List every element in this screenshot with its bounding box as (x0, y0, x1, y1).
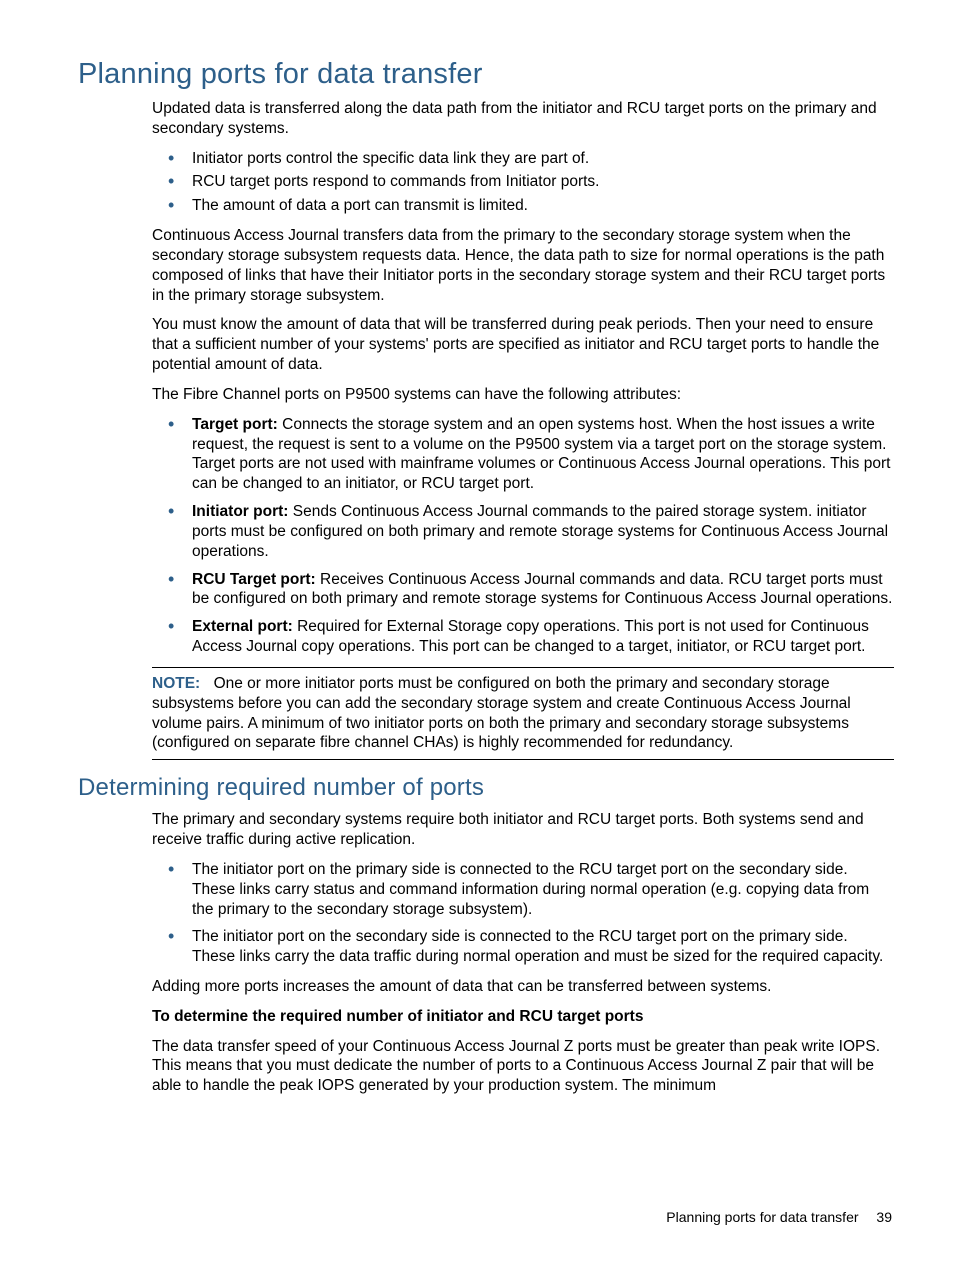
list-item-target-port: Target port: Connects the storage system… (192, 415, 894, 494)
page-footer: Planning ports for data transfer 39 (666, 1209, 892, 1225)
bullet-list-basics: Initiator ports control the specific dat… (152, 149, 894, 216)
footer-section: Planning ports for data transfer (666, 1209, 858, 1225)
section-body-1: Updated data is transferred along the da… (152, 99, 894, 760)
term-external-port: External port: (192, 618, 293, 635)
para-caj-transfer: Continuous Access Journal transfers data… (152, 226, 894, 305)
heading-planning-ports: Planning ports for data transfer (78, 58, 894, 91)
note-box: NOTE: One or more initiator ports must b… (152, 667, 894, 760)
list-item-initiator-port: Initiator port: Sends Continuous Access … (192, 502, 894, 561)
heading-determining-ports: Determining required number of ports (78, 774, 894, 802)
bullet-list-ports: Target port: Connects the storage system… (152, 415, 894, 657)
list-item: Initiator ports control the specific dat… (192, 149, 894, 169)
text-initiator-port: Sends Continuous Access Journal commands… (192, 503, 888, 560)
text-target-port: Connects the storage system and an open … (192, 416, 890, 492)
list-item: RCU target ports respond to commands fro… (192, 172, 894, 192)
para-peak-periods: You must know the amount of data that wi… (152, 315, 894, 374)
bullet-list-links: The initiator port on the primary side i… (152, 860, 894, 967)
para-fc-attrs: The Fibre Channel ports on P9500 systems… (152, 385, 894, 405)
list-item: The initiator port on the secondary side… (192, 927, 894, 967)
para-intro: Updated data is transferred along the da… (152, 99, 894, 139)
term-initiator-port: Initiator port: (192, 503, 288, 520)
note-label: NOTE: (152, 675, 200, 692)
para-both-systems: The primary and secondary systems requir… (152, 810, 894, 850)
page: Planning ports for data transfer Updated… (0, 0, 954, 1271)
text-external-port: Required for External Storage copy opera… (192, 618, 869, 655)
para-more-ports: Adding more ports increases the amount o… (152, 977, 894, 997)
list-item: The amount of data a port can transmit i… (192, 196, 894, 216)
term-rcu-target-port: RCU Target port: (192, 571, 316, 588)
footer-page-number: 39 (876, 1209, 892, 1225)
list-item: The initiator port on the primary side i… (192, 860, 894, 919)
para-to-determine: To determine the required number of init… (152, 1007, 894, 1027)
para-transfer-speed: The data transfer speed of your Continuo… (152, 1037, 894, 1096)
section-body-2: The primary and secondary systems requir… (152, 810, 894, 1096)
term-target-port: Target port: (192, 416, 278, 433)
list-item-rcu-target-port: RCU Target port: Receives Continuous Acc… (192, 570, 894, 610)
list-item-external-port: External port: Required for External Sto… (192, 617, 894, 657)
note-text: One or more initiator ports must be conf… (152, 675, 851, 751)
